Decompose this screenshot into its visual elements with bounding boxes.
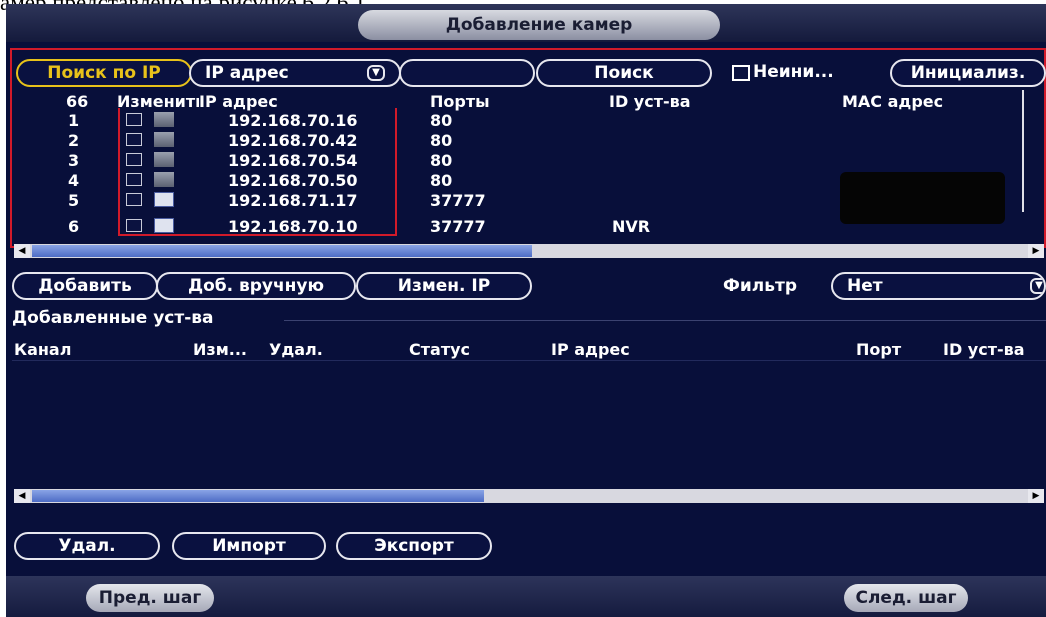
row-checkbox[interactable]	[126, 113, 142, 126]
row-ip: 192.168.70.10	[228, 217, 358, 234]
table-row[interactable]: 2 192.168.70.42 80	[6, 130, 1006, 150]
row-checkbox[interactable]	[126, 193, 142, 206]
row-port: 80	[430, 171, 453, 190]
next-step-button[interactable]: След. шаг	[844, 584, 968, 612]
scroll-right-icon[interactable]: ▶	[1028, 244, 1044, 258]
row-ip: 192.168.70.54	[228, 151, 358, 170]
row-port: 80	[430, 151, 453, 170]
row-number: 3	[68, 151, 80, 170]
row-ip: 192.168.71.17	[228, 191, 358, 210]
row-ip: 192.168.70.50	[228, 171, 358, 190]
col-device-id-added: ID уст-ва	[943, 340, 1025, 359]
row-port: 37777	[430, 217, 486, 234]
search-button[interactable]: Поиск	[536, 59, 712, 87]
scroll-left-icon[interactable]: ◀	[14, 244, 30, 258]
col-port: Порт	[856, 340, 902, 359]
added-list-header-line	[12, 360, 1046, 361]
add-cameras-window: Добавление камер Поиск по IP IP адрес ▼ …	[6, 4, 1046, 617]
scrollbar-thumb[interactable]	[32, 490, 484, 502]
redacted-mac-block	[840, 172, 1005, 224]
scroll-right-icon[interactable]: ▶	[1028, 489, 1044, 503]
camera-device-icon[interactable]	[154, 172, 174, 187]
delete-button[interactable]: Удал.	[14, 532, 160, 560]
row-checkbox[interactable]	[126, 219, 142, 232]
row-port: 80	[430, 131, 453, 150]
ip-input[interactable]	[399, 59, 535, 87]
chevron-down-icon: ▼	[1030, 278, 1044, 294]
table-row[interactable]: 3 192.168.70.54 80	[6, 150, 1006, 170]
row-number: 5	[68, 191, 80, 210]
camera-device-icon[interactable]	[154, 192, 174, 207]
camera-device-icon[interactable]	[154, 152, 174, 167]
camera-device-icon[interactable]	[154, 132, 174, 147]
col-device-id: ID уст-ва	[609, 92, 691, 111]
import-button[interactable]: Импорт	[172, 532, 326, 560]
uninit-checkbox-label: Неини...	[753, 62, 834, 82]
col-channel: Канал	[14, 340, 72, 359]
col-ports: Порты	[430, 92, 490, 111]
row-number: 1	[68, 111, 80, 130]
uninit-checkbox[interactable]	[732, 65, 750, 81]
change-ip-button[interactable]: Измен. IP	[356, 272, 532, 300]
row-ip: 192.168.70.42	[228, 131, 358, 150]
col-ip-added: IP адрес	[551, 340, 630, 359]
row-number: 2	[68, 131, 80, 150]
prev-step-button[interactable]: Пред. шаг	[86, 584, 214, 612]
add-manual-button[interactable]: Доб. вручную	[156, 272, 356, 300]
row-checkbox[interactable]	[126, 173, 142, 186]
row-number: 6	[68, 217, 80, 234]
row-ip: 192.168.70.16	[228, 111, 358, 130]
camera-device-icon[interactable]	[154, 112, 174, 127]
ip-type-select[interactable]: IP адрес ▼	[189, 59, 401, 87]
ip-type-select-value: IP адрес	[205, 63, 289, 83]
found-count: 66	[66, 92, 89, 111]
window-title: Добавление камер	[358, 10, 720, 40]
camera-device-icon[interactable]	[154, 218, 174, 233]
col-status: Статус	[409, 340, 470, 359]
initialize-button[interactable]: Инициализ.	[890, 59, 1046, 87]
row-checkbox[interactable]	[126, 153, 142, 166]
title-bar: Добавление камер	[6, 4, 1046, 42]
chevron-down-icon: ▼	[367, 65, 385, 81]
filter-select-value: Нет	[847, 276, 883, 296]
table-row[interactable]: 1 192.168.70.16 80	[6, 110, 1006, 130]
filter-select[interactable]: Нет ▼	[831, 272, 1046, 300]
search-by-ip-button[interactable]: Поиск по IP	[16, 59, 192, 87]
added-list-scrollbar[interactable]: ◀ ▶	[14, 489, 1044, 503]
row-number: 4	[68, 171, 80, 190]
scrollbar-thumb[interactable]	[32, 245, 532, 257]
row-port: 37777	[430, 191, 486, 210]
section-divider	[284, 320, 1046, 321]
add-button[interactable]: Добавить	[12, 272, 158, 300]
export-button[interactable]: Экспорт	[336, 532, 492, 560]
col-mac: MAC адрес	[842, 92, 944, 111]
row-port: 80	[430, 111, 453, 130]
scroll-left-icon[interactable]: ◀	[14, 489, 30, 503]
col-edit-added: Изм...	[193, 340, 247, 359]
filter-label: Фильтр	[723, 276, 797, 296]
footer-bar: Пред. шаг След. шаг	[6, 576, 1046, 617]
row-device-id: NVR	[612, 217, 651, 234]
found-list-scrollbar[interactable]: ◀ ▶	[14, 244, 1044, 258]
added-devices-title: Добавленные уст-ва	[12, 308, 214, 328]
row-checkbox[interactable]	[126, 133, 142, 146]
col-delete: Удал.	[269, 340, 323, 359]
